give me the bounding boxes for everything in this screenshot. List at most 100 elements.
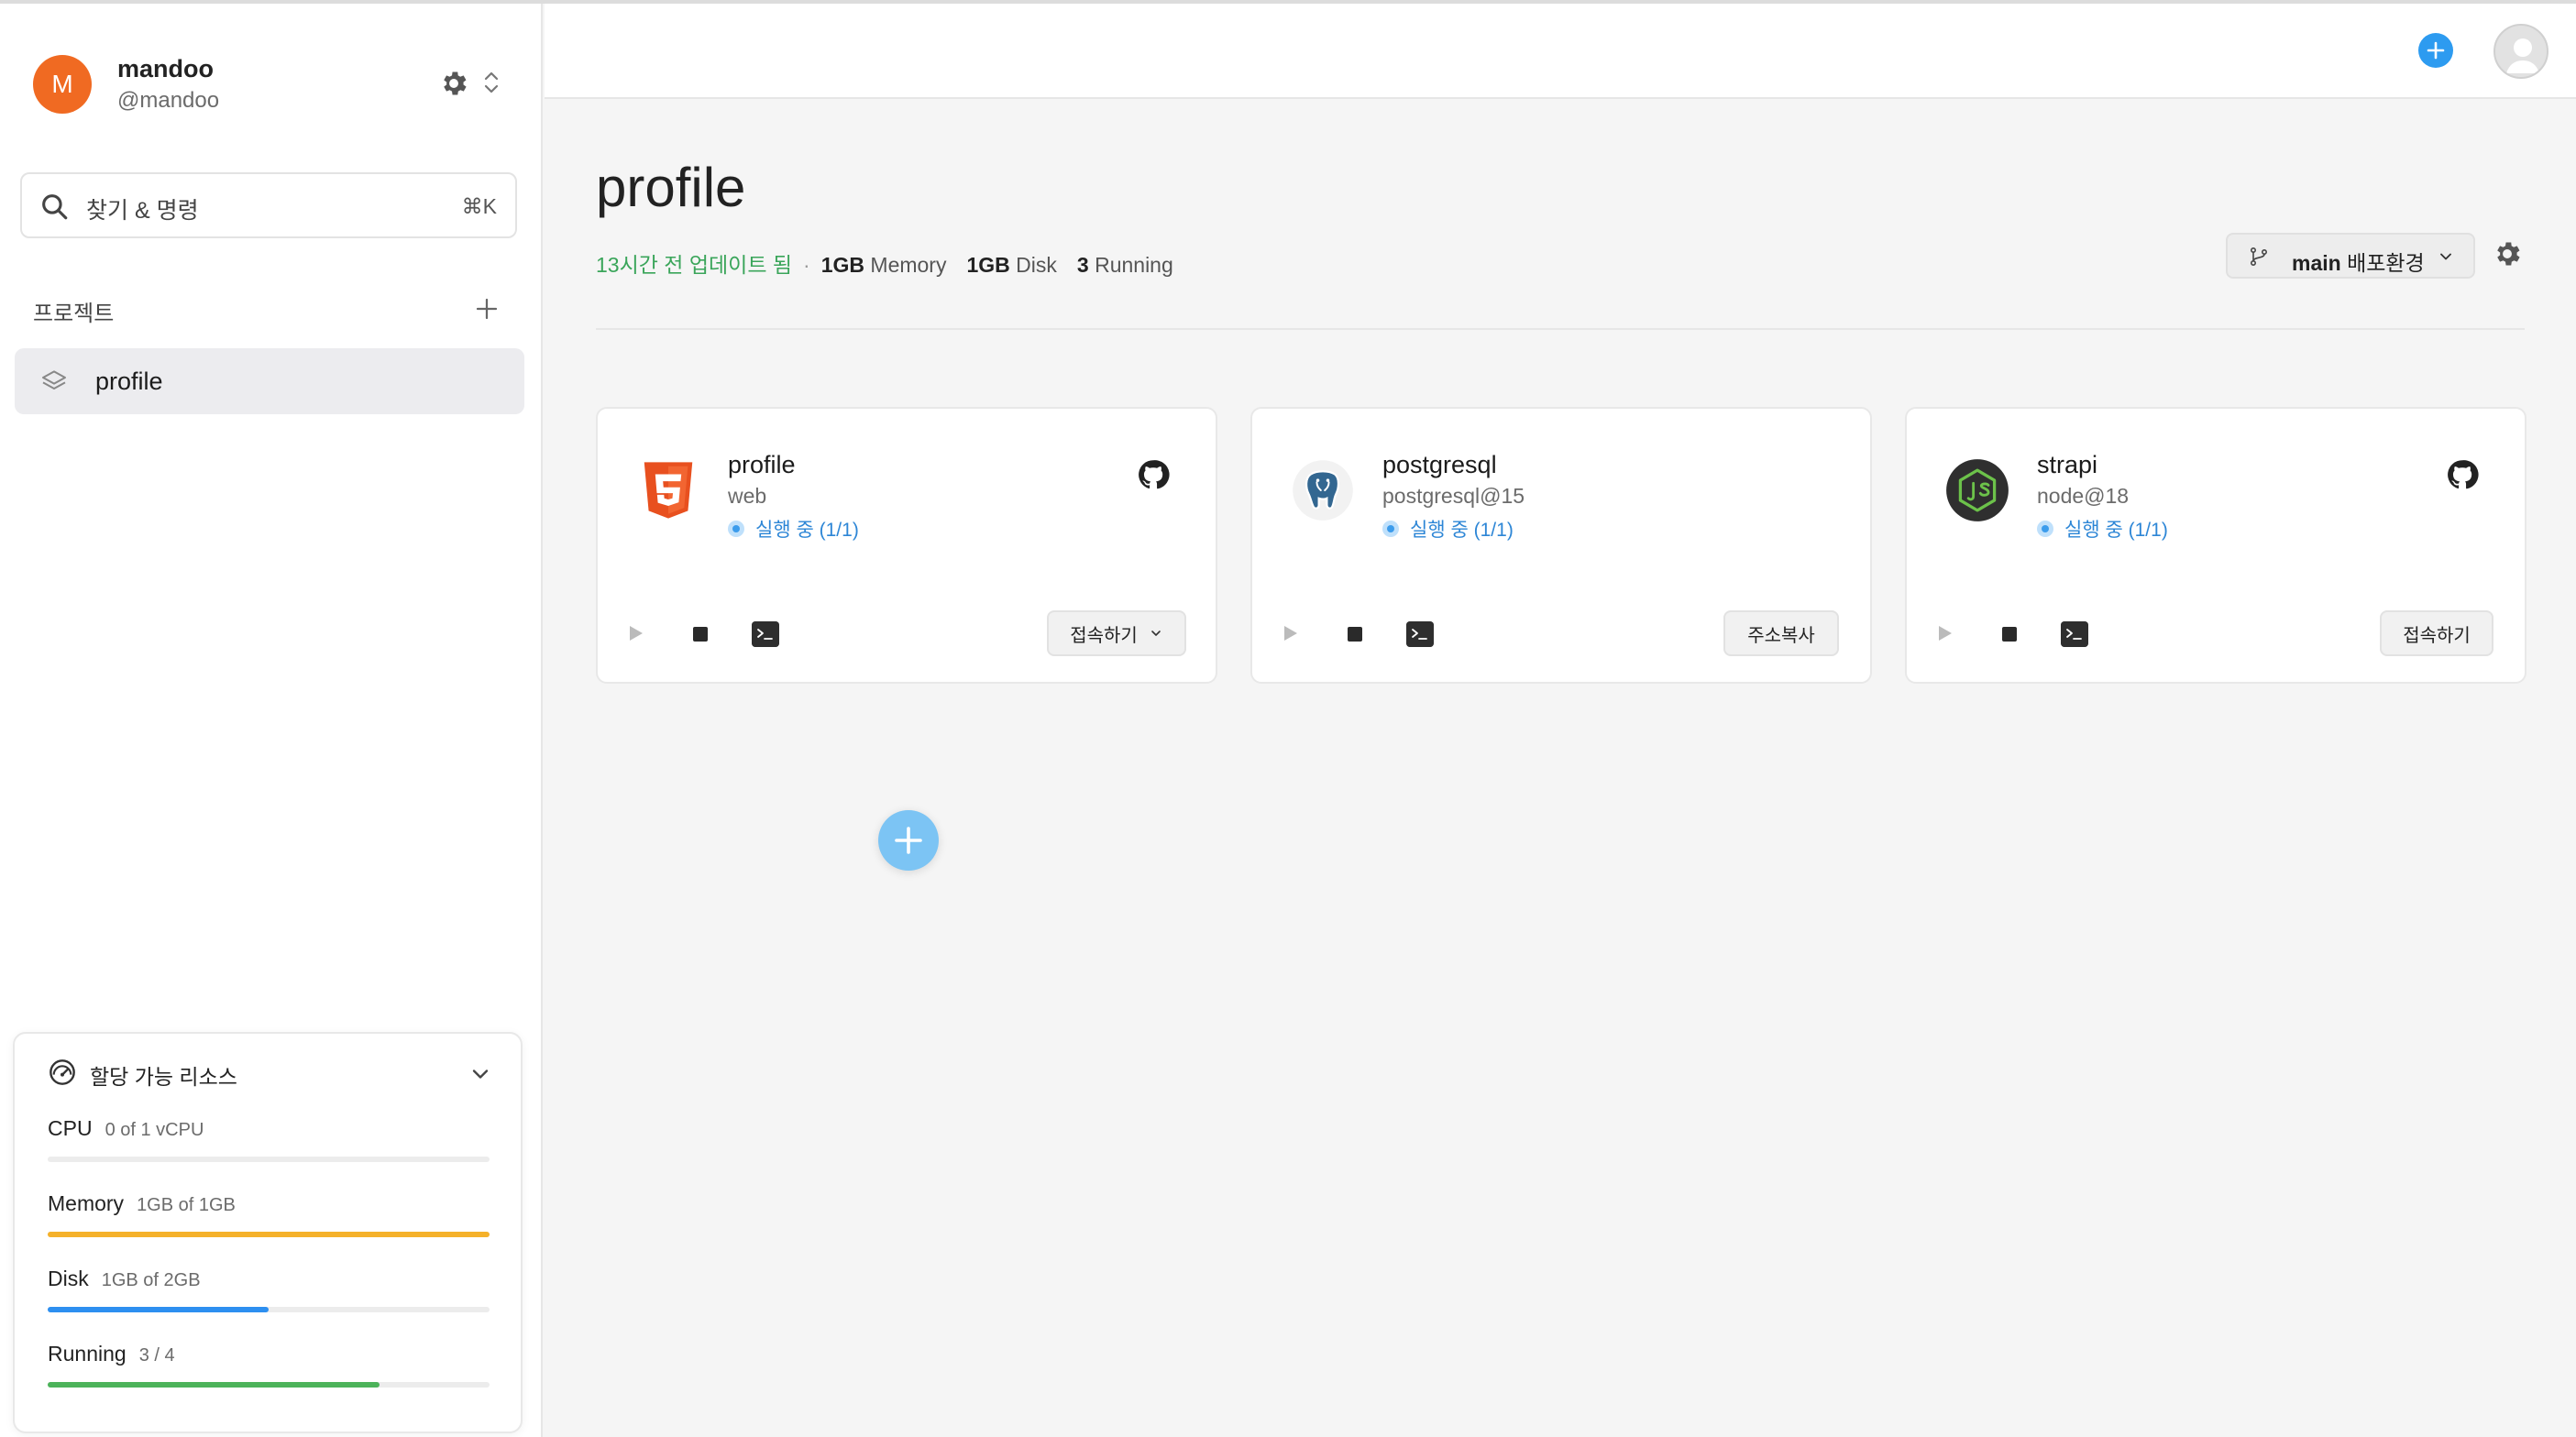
card-subtitle: web <box>728 484 767 508</box>
service-card-strapi[interactable]: strapi node@18 실행 중 (1/1) 접속하기 <box>1905 407 2526 684</box>
resource-progress-track <box>48 1382 490 1388</box>
running-label: Running <box>1095 253 1173 277</box>
sidebar: M mandoo @mandoo 찾기 & 명령 ⌘K 프로젝트 profile… <box>0 4 543 1437</box>
card-status: 실행 중 (1/1) <box>728 515 859 543</box>
stop-icon[interactable] <box>2002 627 2017 642</box>
card-status-text: 실행 중 (1/1) <box>1410 520 1514 541</box>
layers-icon <box>42 370 66 389</box>
play-icon[interactable] <box>1282 623 1300 643</box>
chevron-up-down-icon[interactable] <box>480 68 502 97</box>
resource-value: 3 / 4 <box>138 1345 175 1366</box>
project-item-label: profile <box>95 367 163 395</box>
branch-label: main 배포환경 <box>2292 246 2425 277</box>
resource-progress-track <box>48 1307 490 1312</box>
html5-icon <box>644 462 693 519</box>
search-shortcut: ⌘K <box>461 194 497 218</box>
branch-env: 배포환경 <box>2347 251 2425 275</box>
status-dot-icon <box>1382 521 1399 537</box>
service-card-profile[interactable]: profile web 실행 중 (1/1) 접속하기 <box>596 407 1217 684</box>
running-value: 3 <box>1076 253 1089 277</box>
resource-value: 0 of 1 vCPU <box>105 1120 204 1140</box>
stop-icon[interactable] <box>693 627 708 642</box>
connect-button-label: 접속하기 <box>1070 623 1138 646</box>
resources-title: 할당 가능 리소스 <box>90 1065 237 1089</box>
terminal-icon[interactable] <box>1406 621 1434 647</box>
connect-button[interactable]: 접속하기 <box>2380 610 2493 656</box>
card-status-text: 실행 중 (1/1) <box>755 520 859 541</box>
resource-progress-fill <box>48 1232 490 1237</box>
card-title: profile <box>728 451 796 478</box>
search-placeholder: 찾기 & 명령 <box>86 198 199 224</box>
project-meta: 13시간 전 업데이트 됨 · 1GB Memory 1GB Disk 3 Runnin… <box>596 247 1173 279</box>
card-status: 실행 중 (1/1) <box>2037 515 2168 543</box>
updated-time: 13시간 전 업데이트 됨 <box>596 253 793 277</box>
copy-address-label: 주소복사 <box>1747 623 1815 646</box>
resource-memory: Memory 1GB of 1GB <box>48 1191 490 1246</box>
stop-icon[interactable] <box>1348 627 1362 642</box>
terminal-icon[interactable] <box>2061 621 2088 647</box>
github-icon[interactable] <box>2446 458 2479 491</box>
status-dot-icon <box>728 521 744 537</box>
page-title: profile <box>596 157 746 218</box>
search-icon <box>42 194 68 220</box>
gauge-icon <box>50 1059 75 1085</box>
resource-name: CPU <box>48 1116 93 1140</box>
resource-progress-fill <box>48 1382 380 1388</box>
nodejs-icon <box>1946 459 2009 521</box>
copy-address-button[interactable]: 주소복사 <box>1723 610 1839 656</box>
card-subtitle: postgresql@15 <box>1382 484 1525 508</box>
resource-progress-fill <box>48 1307 269 1312</box>
branch-environment-select[interactable]: main 배포환경 <box>2226 233 2475 279</box>
terminal-icon[interactable] <box>752 621 779 647</box>
resource-progress-track <box>48 1157 490 1162</box>
card-title: postgresql <box>1382 451 1497 478</box>
gear-icon[interactable] <box>438 68 469 99</box>
user-avatar-icon <box>2506 38 2539 73</box>
account-avatar[interactable] <box>2493 24 2548 79</box>
postgresql-icon <box>1293 460 1353 521</box>
chevron-down-icon <box>2440 253 2451 260</box>
connect-button-label: 접속하기 <box>2403 623 2471 646</box>
top-header <box>545 4 2576 99</box>
chevron-down-icon[interactable] <box>468 1061 493 1087</box>
disk-label: Disk <box>1016 253 1057 277</box>
service-card-postgresql[interactable]: postgresql postgresql@15 실행 중 (1/1) 주소복사 <box>1250 407 1872 684</box>
app-window: M mandoo @mandoo 찾기 & 명령 ⌘K 프로젝트 profile… <box>0 0 2576 1437</box>
user-avatar[interactable]: M <box>33 55 92 114</box>
project-item-profile[interactable]: profile <box>15 348 524 414</box>
resource-value: 1GB of 1GB <box>137 1195 236 1215</box>
resource-cpu: CPU 0 of 1 vCPU <box>48 1116 490 1171</box>
github-icon[interactable] <box>1137 458 1170 491</box>
resource-value: 1GB of 2GB <box>101 1270 201 1290</box>
meta-separator: · <box>803 253 810 277</box>
project-settings-gear-icon[interactable] <box>2492 238 2523 269</box>
card-status-text: 실행 중 (1/1) <box>2064 520 2168 541</box>
resource-name: Disk <box>48 1267 89 1290</box>
resource-name: Memory <box>48 1191 125 1215</box>
add-service-button[interactable] <box>878 810 939 871</box>
resource-progress-track <box>48 1232 490 1237</box>
resource-disk: Disk 1GB of 2GB <box>48 1267 490 1322</box>
add-project-icon[interactable] <box>473 295 501 323</box>
user-name: mandoo <box>117 55 214 82</box>
create-button[interactable] <box>2418 33 2453 68</box>
status-dot-icon <box>2037 521 2053 537</box>
play-icon[interactable] <box>1936 623 1954 643</box>
branch-name: main <box>2292 251 2341 275</box>
chevron-down-icon <box>1150 631 1161 636</box>
card-title: strapi <box>2037 451 2098 478</box>
resource-name: Running <box>48 1342 127 1366</box>
git-branch-icon <box>2250 247 2268 266</box>
disk-value: 1GB <box>966 253 1010 277</box>
memory-value: 1GB <box>820 253 865 277</box>
memory-label: Memory <box>870 253 947 277</box>
header-divider <box>596 328 2525 330</box>
search-command-input[interactable]: 찾기 & 명령 ⌘K <box>20 172 517 238</box>
user-handle: @mandoo <box>117 88 220 113</box>
connect-dropdown-button[interactable]: 접속하기 <box>1047 610 1186 656</box>
play-icon[interactable] <box>627 623 645 643</box>
card-status: 실행 중 (1/1) <box>1382 515 1514 543</box>
plus-icon <box>895 827 922 854</box>
projects-header: 프로젝트 <box>33 302 115 326</box>
user-switcher[interactable]: M mandoo @mandoo <box>33 55 510 117</box>
